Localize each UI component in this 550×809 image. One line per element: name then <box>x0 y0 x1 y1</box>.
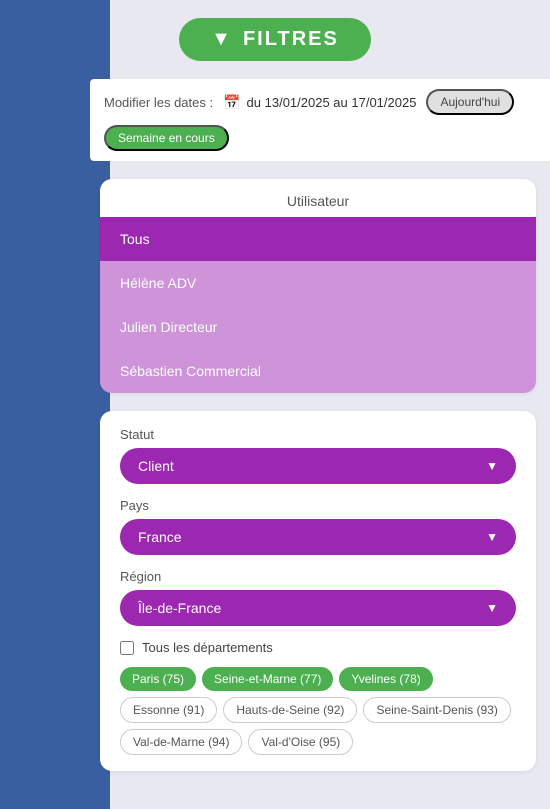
all-departments-row: Tous les départements <box>120 640 516 655</box>
statut-arrow-icon: ▼ <box>486 459 498 473</box>
user-item[interactable]: Hélène ADV <box>100 261 536 305</box>
statut-selected: Client <box>138 458 174 474</box>
date-range-text: du 13/01/2025 au 17/01/2025 <box>247 95 417 110</box>
filters-card: Statut Client ▼ Pays France ▼ Région Île… <box>100 411 536 771</box>
department-chip[interactable]: Seine-Saint-Denis (93) <box>363 697 510 723</box>
all-departments-checkbox[interactable] <box>120 641 134 655</box>
calendar-icon: 📅 <box>223 94 240 111</box>
user-item[interactable]: Sébastien Commercial <box>100 349 536 393</box>
all-departments-label: Tous les départements <box>142 640 273 655</box>
filter-button-label: FILTRES <box>243 28 339 51</box>
main-content: ▼ FILTRES Modifier les dates : 📅 du 13/0… <box>0 0 550 809</box>
statut-group: Statut Client ▼ <box>120 427 516 484</box>
pays-arrow-icon: ▼ <box>486 530 498 544</box>
date-bar: Modifier les dates : 📅 du 13/01/2025 au … <box>90 79 550 161</box>
department-chip[interactable]: Essonne (91) <box>120 697 217 723</box>
department-chip[interactable]: Seine-et-Marne (77) <box>202 667 333 691</box>
department-chip[interactable]: Hauts-de-Seine (92) <box>223 697 357 723</box>
statut-label: Statut <box>120 427 516 442</box>
pays-dropdown[interactable]: France ▼ <box>120 519 516 555</box>
region-arrow-icon: ▼ <box>486 601 498 615</box>
utilisateur-title: Utilisateur <box>100 179 536 209</box>
user-item[interactable]: Tous <box>100 217 536 261</box>
user-item[interactable]: Julien Directeur <box>100 305 536 349</box>
date-range: 📅 du 13/01/2025 au 17/01/2025 <box>223 94 416 111</box>
pays-group: Pays France ▼ <box>120 498 516 555</box>
department-chips: Paris (75)Seine-et-Marne (77)Yvelines (7… <box>120 667 516 755</box>
pays-selected: France <box>138 529 182 545</box>
utilisateur-card: Utilisateur TousHélène ADVJulien Directe… <box>100 179 536 393</box>
region-group: Région Île-de-France ▼ <box>120 569 516 626</box>
week-button[interactable]: Semaine en cours <box>104 125 229 151</box>
statut-dropdown[interactable]: Client ▼ <box>120 448 516 484</box>
department-chip[interactable]: Paris (75) <box>120 667 196 691</box>
region-label: Région <box>120 569 516 584</box>
department-chip[interactable]: Val-de-Marne (94) <box>120 729 242 755</box>
filter-button[interactable]: ▼ FILTRES <box>179 18 371 61</box>
funnel-icon: ▼ <box>211 28 233 51</box>
date-label: Modifier les dates : <box>104 95 213 110</box>
today-button[interactable]: Aujourd'hui <box>426 89 514 115</box>
department-chip[interactable]: Val-d'Oise (95) <box>248 729 353 755</box>
user-list: TousHélène ADVJulien DirecteurSébastien … <box>100 217 536 393</box>
filter-header: ▼ FILTRES <box>0 0 550 79</box>
region-selected: Île-de-France <box>138 600 221 616</box>
department-chip[interactable]: Yvelines (78) <box>339 667 432 691</box>
region-dropdown[interactable]: Île-de-France ▼ <box>120 590 516 626</box>
pays-label: Pays <box>120 498 516 513</box>
